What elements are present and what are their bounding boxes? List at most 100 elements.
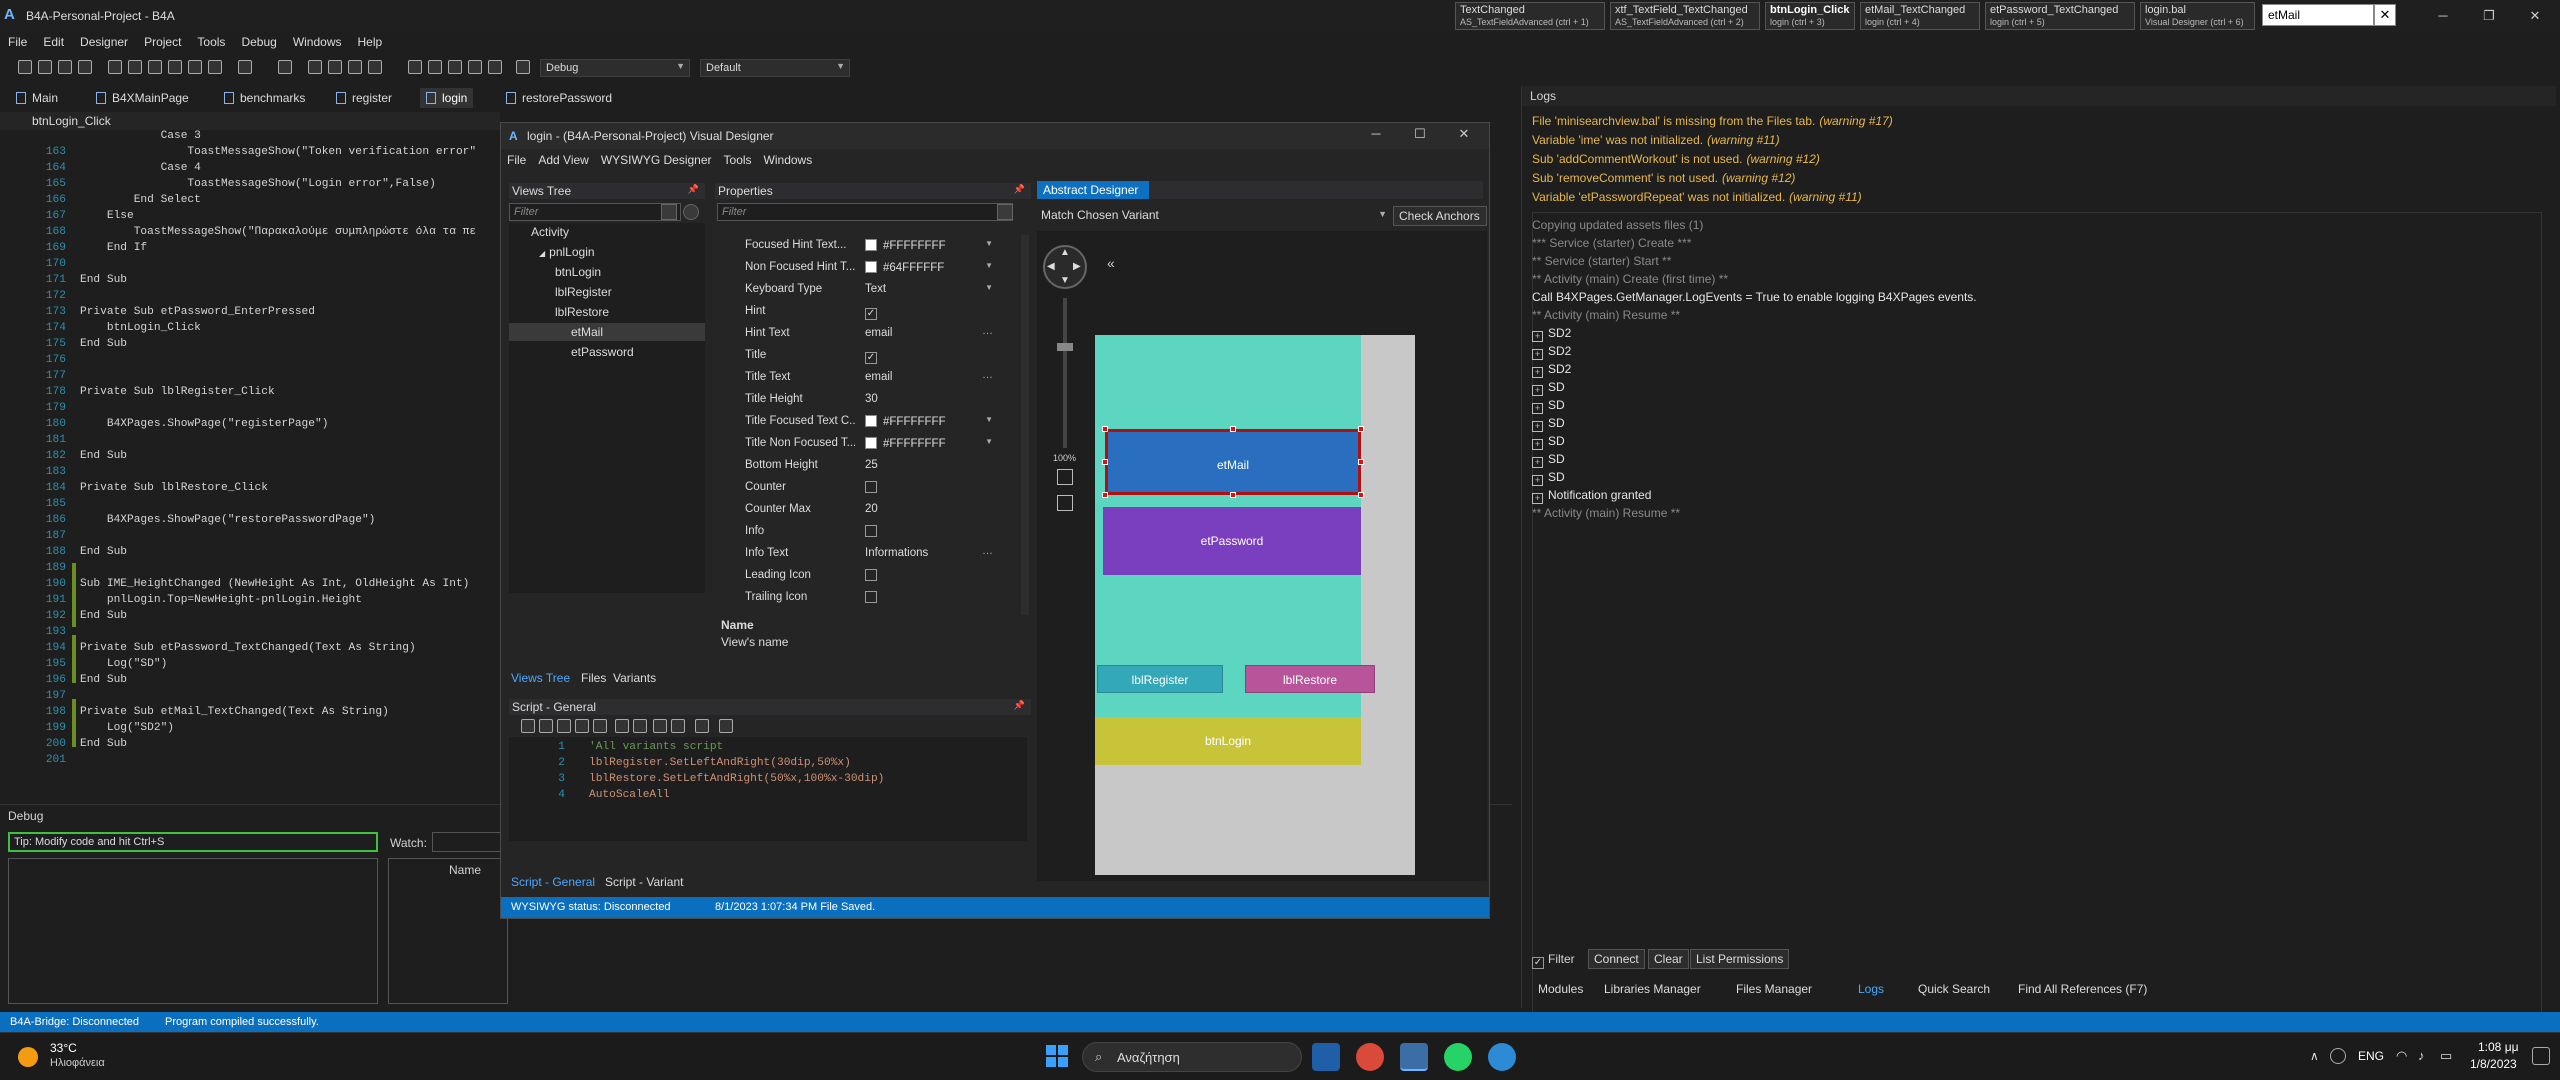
property-value[interactable] bbox=[865, 591, 877, 604]
menu-windows[interactable]: Windows bbox=[285, 32, 350, 49]
info-icon[interactable] bbox=[683, 204, 699, 220]
warning-item[interactable]: Sub 'removeComment' is not used. (warning… bbox=[1532, 171, 1795, 185]
save-all-icon[interactable] bbox=[78, 60, 92, 74]
warning-item[interactable]: Variable 'ime' was not initialized. (warn… bbox=[1532, 133, 1780, 147]
back-icon[interactable] bbox=[238, 60, 252, 74]
code-line[interactable]: 186 B4XPages.ShowPage("restorePasswordPa… bbox=[0, 514, 500, 530]
nav-tab-2[interactable]: xtf_TextField_TextChanged AS_TextFieldAdv… bbox=[1610, 2, 1760, 30]
property-value[interactable]: #FFFFFFFF bbox=[865, 415, 946, 428]
tab-quick-search[interactable]: Quick Search bbox=[1918, 982, 1990, 996]
filter-checkbox[interactable]: ✓ Filter bbox=[1532, 952, 1575, 969]
run-script-icon[interactable] bbox=[719, 719, 733, 733]
open-icon[interactable] bbox=[38, 60, 52, 74]
build-config-select[interactable]: Debug ▼ bbox=[540, 59, 690, 77]
find-icon[interactable] bbox=[695, 719, 709, 733]
whatsapp-icon[interactable] bbox=[1444, 1043, 1472, 1071]
tab-find-all-references[interactable]: Find All References (F7) bbox=[2018, 982, 2147, 996]
step-out-icon[interactable] bbox=[468, 60, 482, 74]
new-file-icon[interactable] bbox=[18, 60, 32, 74]
chevron-down-icon[interactable]: ▼ bbox=[985, 437, 993, 446]
property-row[interactable]: Info bbox=[715, 521, 1005, 543]
step-over-icon[interactable] bbox=[448, 60, 462, 74]
chevron-down-icon[interactable]: ▼ bbox=[985, 239, 993, 248]
code-line[interactable]: 201 bbox=[0, 754, 500, 770]
log-line[interactable]: + SD2 bbox=[1532, 362, 1571, 378]
code-line[interactable]: 170 bbox=[0, 258, 500, 274]
paste-icon[interactable] bbox=[148, 60, 162, 74]
log-line[interactable]: + SD bbox=[1532, 452, 1565, 468]
log-line[interactable]: + SD2 bbox=[1532, 326, 1571, 342]
ellipsis-icon[interactable]: … bbox=[982, 325, 993, 337]
close-icon[interactable]: ✕ bbox=[1449, 126, 1479, 146]
minimize-icon[interactable]: ─ bbox=[1361, 126, 1391, 146]
copy-icon[interactable] bbox=[521, 719, 535, 733]
expand-icon[interactable]: + bbox=[1532, 493, 1543, 504]
expand-icon[interactable]: + bbox=[1532, 421, 1543, 432]
step-icon[interactable] bbox=[428, 60, 442, 74]
copy-icon[interactable] bbox=[108, 60, 122, 74]
nav-tab-5[interactable]: etPassword_TextChanged login (ctrl + 5) bbox=[1985, 2, 2135, 30]
code-line[interactable]: 200 End Sub bbox=[0, 738, 500, 754]
export-icon[interactable] bbox=[1057, 495, 1073, 511]
resize-handle[interactable] bbox=[1358, 426, 1364, 432]
code-line[interactable]: 167 Else bbox=[0, 210, 500, 226]
resize-handle[interactable] bbox=[1230, 426, 1236, 432]
expand-icon[interactable]: + bbox=[1532, 439, 1543, 450]
tree-item-lblregister[interactable]: lblRegister bbox=[555, 283, 612, 301]
property-value[interactable] bbox=[865, 481, 877, 494]
code-line[interactable]: 164 Case 4 bbox=[0, 162, 500, 178]
expand-icon[interactable]: + bbox=[1532, 403, 1543, 414]
property-checkbox[interactable] bbox=[865, 569, 877, 581]
property-row[interactable]: ▼ Non Focused Hint T... #64FFFFFF bbox=[715, 257, 1005, 279]
warnings-list[interactable]: File 'minisearchview.bal' is missing fro… bbox=[1522, 114, 2544, 206]
nav-tab-6[interactable]: login.bal Visual Designer (ctrl + 6) bbox=[2140, 2, 2255, 30]
code-line[interactable]: 173 Private Sub etPassword_EnterPressed bbox=[0, 306, 500, 322]
save-icon[interactable] bbox=[58, 60, 72, 74]
tab-libraries-manager[interactable]: Libraries Manager bbox=[1604, 982, 1701, 996]
code-line[interactable]: 165 ToastMessageShow("Login error",False… bbox=[0, 178, 500, 194]
properties-scrollbar[interactable] bbox=[1021, 235, 1029, 615]
log-line[interactable]: ** Service (starter) Start ** bbox=[1532, 254, 1671, 268]
code-line[interactable]: 169 End If bbox=[0, 242, 500, 258]
stop-icon[interactable] bbox=[516, 60, 530, 74]
log-line[interactable]: Copying updated assets files (1) bbox=[1532, 218, 1703, 232]
watch-input[interactable] bbox=[432, 832, 502, 852]
maximize-icon[interactable]: ☐ bbox=[1405, 126, 1435, 146]
code-line[interactable]: 180 B4XPages.ShowPage("registerPage") bbox=[0, 418, 500, 434]
collapse-icon[interactable]: « bbox=[1107, 255, 1115, 271]
debug-tip-input[interactable]: Tip: Modify code and hit Ctrl+S bbox=[8, 832, 378, 852]
property-checkbox[interactable] bbox=[865, 481, 877, 493]
property-row[interactable]: Counter bbox=[715, 477, 1005, 499]
log-line[interactable]: Call B4XPages.GetManager.LogEvents = Tru… bbox=[1532, 290, 1977, 304]
tab-script-variant[interactable]: Script - Variant bbox=[605, 875, 683, 889]
code-line[interactable]: 166 End Select bbox=[0, 194, 500, 210]
expand-icon[interactable]: + bbox=[1532, 367, 1543, 378]
view-icon[interactable] bbox=[368, 60, 382, 74]
lblregister-view[interactable]: lblRegister bbox=[1097, 665, 1223, 693]
code-line[interactable]: 196 End Sub bbox=[0, 674, 500, 690]
property-row[interactable]: Counter Max 20 bbox=[715, 499, 1005, 521]
tab-views-tree[interactable]: Views Tree bbox=[511, 671, 570, 685]
code-line[interactable]: 195 Log("SD") bbox=[0, 658, 500, 674]
tab-script-general[interactable]: Script - General bbox=[511, 875, 595, 889]
code-line[interactable]: 191 pnlLogin.Top=NewHeight-pnlLogin.Heig… bbox=[0, 594, 500, 610]
tab-variants[interactable]: Variants bbox=[613, 671, 656, 685]
property-value[interactable]: #FFFFFFFF bbox=[865, 239, 946, 252]
code-line[interactable]: 178 Private Sub lblRegister_Click bbox=[0, 386, 500, 402]
code-line[interactable]: 198 Private Sub etMail_TextChanged(Text A… bbox=[0, 706, 500, 722]
pin-icon[interactable]: 📌 bbox=[688, 184, 699, 195]
ellipsis-icon[interactable]: … bbox=[982, 369, 993, 381]
property-row[interactable]: Title Height 30 bbox=[715, 389, 1005, 411]
tab-files[interactable]: Files bbox=[581, 671, 606, 685]
property-value[interactable]: email bbox=[865, 327, 892, 339]
property-row[interactable]: Trailing Icon bbox=[715, 587, 1005, 609]
menu-edit[interactable]: Edit bbox=[35, 32, 72, 49]
search-icon[interactable] bbox=[997, 204, 1013, 220]
clear-button[interactable]: Clear bbox=[1648, 949, 1689, 969]
tree-item-etpassword[interactable]: etPassword bbox=[571, 343, 634, 361]
tray-expand-icon[interactable]: ∧ bbox=[2310, 1049, 2319, 1063]
property-checkbox[interactable] bbox=[865, 591, 877, 603]
etmail-view[interactable]: etMail bbox=[1105, 429, 1361, 495]
color-swatch[interactable] bbox=[865, 261, 877, 273]
resize-handle[interactable] bbox=[1102, 492, 1108, 498]
